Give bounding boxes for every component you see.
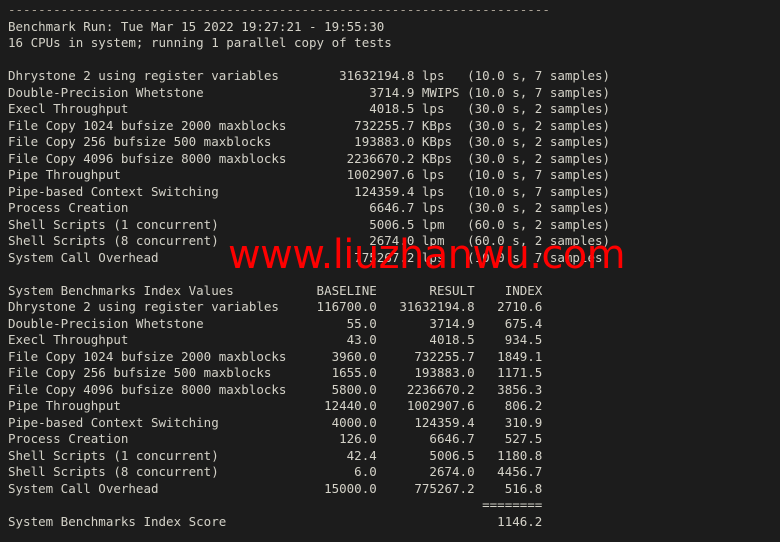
score-separator-line: ======== [8,497,543,512]
spacer-line-2 [8,266,780,283]
benchmark-result-row: Shell Scripts (8 concurrent) 2674.0 lpm … [8,233,611,248]
index-table-row: File Copy 256 bufsize 500 maxblocks 1655… [8,365,543,380]
index-table-row: Process Creation 126.0 6646.7 527.5 [8,431,543,446]
benchmark-result-row: Dhrystone 2 using register variables 316… [8,68,611,83]
index-table-row: Pipe Throughput 12440.0 1002907.6 806.2 [8,398,543,413]
benchmark-result-row: Execl Throughput 4018.5 lps (30.0 s, 2 s… [8,101,611,116]
index-table-row: Pipe-based Context Switching 4000.0 1243… [8,414,543,430]
index-table-row: System Call Overhead 15000.0 775267.2 51… [8,480,543,496]
index-rows-block: Dhrystone 2 using register variables 116… [8,299,780,497]
index-table-row: Shell Scripts (1 concurrent) 42.4 5006.5… [8,447,543,463]
index-table-row: Dhrystone 2 using register variables 116… [8,299,543,314]
index-table-row: File Copy 1024 bufsize 2000 maxblocks 39… [8,348,543,364]
index-table-row: Shell Scripts (8 concurrent) 6.0 2674.0 … [8,464,543,479]
benchmark-result-row: Shell Scripts (1 concurrent) 5006.5 lpm … [8,216,611,232]
cpu-info-line: 16 CPUs in system; running 1 parallel co… [8,35,392,50]
terminal-output: ----------------------------------------… [0,0,780,542]
benchmark-result-row: Pipe-based Context Switching 124359.4 lp… [8,183,611,199]
benchmark-result-row: Pipe Throughput 1002907.6 lps (10.0 s, 7… [8,167,611,182]
benchmark-run-line: Benchmark Run: Tue Mar 15 2022 19:27:21 … [8,18,385,34]
index-table-header: System Benchmarks Index Values BASELINE … [8,282,543,298]
spacer-line-1 [8,52,780,69]
benchmark-result-row: File Copy 1024 bufsize 2000 maxblocks 73… [8,117,611,133]
index-score-line: System Benchmarks Index Score 1146.2 [8,513,543,529]
index-table-row: Execl Throughput 43.0 4018.5 934.5 [8,332,543,347]
spacer-line-3 [8,530,780,542]
index-table-row: File Copy 4096 bufsize 8000 maxblocks 58… [8,381,543,397]
benchmark-result-row: Process Creation 6646.7 lps (30.0 s, 2 s… [8,200,611,215]
index-table-row: Double-Precision Whetstone 55.0 3714.9 6… [8,315,543,331]
benchmark-result-row: System Call Overhead 775267.2 lps (10.0 … [8,249,611,265]
top-divider-rule: ----------------------------------------… [8,2,550,17]
raw-results-block: Dhrystone 2 using register variables 316… [8,68,780,266]
benchmark-result-row: File Copy 4096 bufsize 8000 maxblocks 22… [8,150,611,166]
benchmark-result-row: Double-Precision Whetstone 3714.9 MWIPS … [8,84,611,100]
benchmark-result-row: File Copy 256 bufsize 500 maxblocks 1938… [8,134,611,149]
